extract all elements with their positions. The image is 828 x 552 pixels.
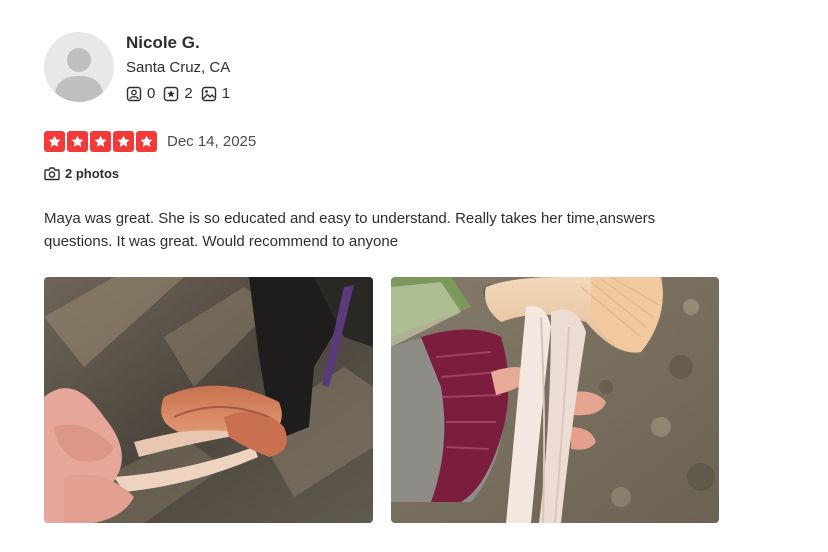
review-photo-2[interactable] — [391, 277, 719, 523]
reviewer-stats: 0 2 1 — [126, 85, 238, 102]
avatar[interactable] — [44, 32, 114, 102]
star-icon — [67, 131, 88, 152]
star-icon — [113, 131, 134, 152]
photo-count-label: 2 photos — [65, 166, 120, 181]
reviews-stat: 2 — [163, 85, 193, 102]
friends-stat: 0 — [126, 85, 155, 102]
photos-icon — [201, 86, 216, 101]
star-icon — [90, 131, 111, 152]
rating-row: Dec 14, 2025 — [44, 131, 256, 152]
star-icon — [44, 131, 65, 152]
review-photo-1[interactable] — [44, 277, 373, 523]
reviews-icon — [164, 86, 179, 101]
default-user-icon — [54, 48, 104, 102]
friends-count: 0 — [147, 85, 156, 102]
reviewer-name[interactable]: Nicole G. — [126, 33, 200, 53]
friends-icon — [126, 86, 142, 101]
star-rating — [44, 131, 159, 152]
mushroom-photo-image — [391, 277, 719, 523]
reviewer-location: Santa Cruz, CA — [126, 59, 231, 76]
mushroom-photo-image — [44, 277, 373, 523]
review-date: Dec 14, 2025 — [167, 133, 257, 150]
photos-count: 1 — [221, 85, 231, 102]
photo-count-link[interactable]: 2 photos — [44, 166, 119, 181]
photos-stat: 1 — [201, 85, 230, 102]
star-icon — [136, 131, 157, 152]
review-text: Maya was great. She is so educated and e… — [44, 210, 656, 250]
reviews-count: 2 — [184, 85, 193, 102]
camera-icon — [44, 167, 60, 181]
